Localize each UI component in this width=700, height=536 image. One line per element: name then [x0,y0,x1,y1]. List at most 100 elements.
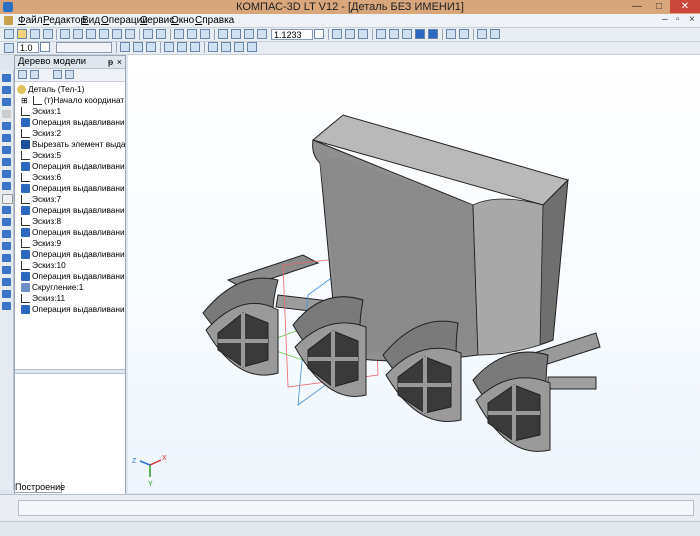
aux-geometry-icon[interactable] [2,98,11,106]
properties-icon[interactable] [112,29,122,39]
fillet-tool-icon[interactable] [2,230,11,238]
extrude-tool-icon[interactable] [2,182,11,190]
preview-icon[interactable] [60,29,70,39]
tree-item-sketch[interactable]: Эскиз:1 [21,106,61,117]
menu-file[interactable]: Файл [18,14,43,27]
constraint-icon[interactable] [221,42,231,52]
rib-tool-icon[interactable] [2,266,11,274]
cut-icon[interactable] [73,29,83,39]
angle-icon[interactable] [190,42,200,52]
chevron-down-icon[interactable] [314,29,324,39]
tree-item-sketch[interactable]: Эскиз:8 [21,216,61,227]
help-pointer-icon[interactable] [174,29,184,39]
doc-restore-button[interactable]: ▫ [676,14,680,25]
grid-icon[interactable] [477,29,487,39]
save-icon[interactable] [30,29,40,39]
hole-tool-icon[interactable] [2,254,11,262]
orientation-icon[interactable] [358,29,368,39]
shaded-icon[interactable] [415,29,425,39]
manager-icon[interactable] [187,29,197,39]
tree-root[interactable]: Деталь (Тел-1) [17,84,84,95]
rotation-tool-icon[interactable] [2,194,13,204]
pan-icon[interactable] [332,29,342,39]
measure-icon[interactable] [2,110,11,118]
tree-item-sketch[interactable]: Эскиз:7 [21,194,61,205]
tree-item-sketch[interactable]: Эскиз:2 [21,128,61,139]
zoom-field[interactable]: 1.1233 [271,29,313,40]
local-cs-icon[interactable] [133,42,143,52]
chamfer-tool-icon[interactable] [2,242,11,250]
thin-lines-icon[interactable] [402,29,412,39]
section-tool-icon[interactable] [2,302,11,310]
rebuild-icon[interactable] [459,29,469,39]
menu-service[interactable]: Сервис [140,14,174,27]
tab-build[interactable]: Построение [14,482,65,493]
tree-structure-icon[interactable] [53,70,62,79]
mirror-tool-icon[interactable] [2,290,11,298]
dots-icon[interactable] [164,42,174,52]
coordinates-icon[interactable] [234,42,244,52]
shaded-edges-icon[interactable] [428,29,438,39]
geometry-icon[interactable] [2,74,11,82]
surfaces-icon[interactable] [2,146,11,154]
tree-item-extrude[interactable]: Операция выдавливания [21,271,125,282]
menu-edit[interactable]: Редактор [43,14,86,27]
maximize-button[interactable]: □ [648,0,670,13]
snap-icon[interactable] [120,42,130,52]
tree-item-sketch[interactable]: Эскиз:6 [21,172,61,183]
tree-item-extrude[interactable]: Операция выдавливания [21,249,125,260]
paste-icon[interactable] [99,29,109,39]
tree-sort-icon[interactable] [30,70,39,79]
tree-item-fillet[interactable]: Скругление:1 [21,282,83,293]
print-icon[interactable] [43,29,53,39]
loft-icon[interactable] [2,218,11,226]
tree-item-sketch[interactable]: Эскиз:9 [21,238,61,249]
close-button[interactable]: ✕ [670,0,700,13]
open-file-icon[interactable] [17,29,27,39]
zoom-in-icon[interactable] [231,29,241,39]
zoom-out-icon[interactable] [244,29,254,39]
editing-icon[interactable] [2,86,11,94]
tree-item-extrude[interactable]: Операция выдавливания [21,183,125,194]
parametric-icon[interactable] [208,42,218,52]
tree-origin[interactable]: ⊞ (т)Начало координат [21,95,124,106]
pin-icon[interactable]: ᵽ [108,56,113,68]
rotate-icon[interactable] [345,29,355,39]
close-panel-icon[interactable]: × [117,56,122,68]
tree-item-extrude[interactable]: Операция выдавливания [21,227,125,238]
expand-icon[interactable]: ⊞ [21,96,28,105]
minimize-button[interactable]: — [626,0,648,13]
step-field[interactable]: 1.0 [17,42,39,53]
plane-icon[interactable] [247,42,257,52]
tree-item-extrude[interactable]: Операция выдавливания [21,161,125,172]
model-viewport[interactable]: X Y Z [128,55,700,493]
orthogonal-icon[interactable] [146,42,156,52]
redo-icon[interactable] [156,29,166,39]
menu-window[interactable]: Окно [171,14,194,27]
tree-item-extrude[interactable]: Операция выдавливания [21,205,125,216]
dimensions-icon[interactable] [2,122,11,130]
new-file-icon[interactable] [4,29,14,39]
layer-field[interactable] [56,42,112,53]
doc-minimize-button[interactable]: – [662,14,668,25]
hidden-lines-icon[interactable] [389,29,399,39]
library-icon[interactable] [125,29,135,39]
tree-filter-icon[interactable] [65,70,74,79]
kinematic-icon[interactable] [2,206,11,214]
zoom-window-icon[interactable] [218,29,228,39]
tree-item-cut[interactable]: Вырезать элемент выдав. [21,139,125,150]
perspective-icon[interactable] [446,29,456,39]
tree-mode-icon[interactable] [18,70,27,79]
sheet-metal-icon[interactable] [2,170,11,178]
spec-icon[interactable] [2,134,11,142]
cursor-icon[interactable] [177,42,187,52]
info-icon[interactable] [200,29,210,39]
menu-help[interactable]: Справка [195,14,234,27]
model-canvas[interactable]: X Y Z [128,55,700,493]
filter-icon[interactable] [490,29,500,39]
undo-icon[interactable] [143,29,153,39]
tree-item-extrude[interactable]: Операция выдавливания [21,117,125,128]
tree-item-sketch[interactable]: Эскиз:10 [21,260,66,271]
tree-item-sketch[interactable]: Эскиз:11 [21,293,65,304]
chevron-down-icon[interactable] [40,42,50,52]
